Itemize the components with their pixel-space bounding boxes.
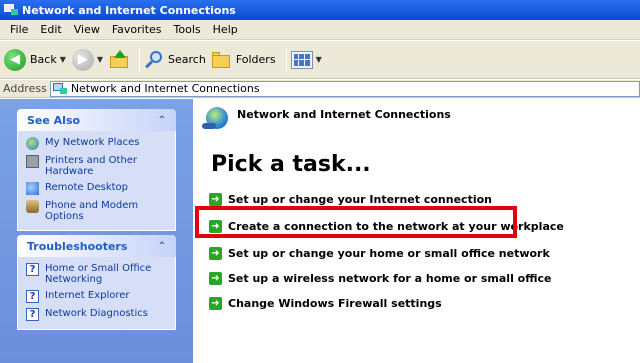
task-label: Change Windows Firewall settings	[228, 297, 442, 310]
address-label: Address	[3, 82, 47, 95]
collapse-icon[interactable]: ⌃	[158, 115, 166, 126]
back-label: Back	[30, 53, 57, 66]
address-input[interactable]: Network and Internet Connections	[49, 80, 640, 97]
highlight-box	[195, 206, 517, 238]
link-label: Home or Small Office Networking	[45, 263, 152, 285]
folders-icon	[211, 51, 232, 69]
back-arrow-icon: ◀	[4, 48, 26, 71]
link-home-office-networking[interactable]: ? Home or Small Office Networking	[26, 263, 167, 285]
task-home-network[interactable]: ➜ Set up or change your home or small of…	[209, 247, 550, 260]
link-label: Remote Desktop	[45, 182, 129, 193]
chevron-down-icon[interactable]: ▼	[60, 55, 66, 64]
network-connections-icon	[4, 4, 18, 16]
task-wireless-network[interactable]: ➜ Set up a wireless network for a home o…	[209, 272, 551, 285]
help-icon: ?	[26, 308, 39, 321]
network-places-icon	[26, 137, 39, 150]
main-content: Network and Internet Connections Pick a …	[193, 99, 640, 363]
menu-tools[interactable]: Tools	[168, 23, 207, 36]
views-button[interactable]: ▼	[290, 44, 322, 76]
folders-label: Folders	[235, 53, 276, 66]
link-phone-modem[interactable]: Phone and Modem Options	[26, 200, 167, 222]
troubleshooters-title: Troubleshooters	[27, 239, 128, 253]
toolbar-separator	[285, 47, 287, 72]
search-label: Search	[168, 53, 206, 66]
address-bar: Address Network and Internet Connections	[0, 80, 640, 98]
link-internet-explorer[interactable]: ? Internet Explorer	[26, 290, 167, 303]
toolbar: ◀ Back ▼ ▶ ▼ Search Folders ▼	[0, 41, 640, 79]
link-label: Internet Explorer	[45, 290, 130, 301]
network-connections-icon	[52, 82, 67, 95]
forward-arrow-icon: ▶	[71, 48, 94, 71]
views-icon	[290, 50, 313, 69]
task-label: Set up a wireless network for a home or …	[228, 272, 552, 285]
window-title: Network and Internet Connections	[22, 3, 236, 17]
task-arrow-icon: ➜	[209, 297, 222, 310]
search-button[interactable]: Search	[144, 44, 206, 76]
help-icon: ?	[26, 290, 39, 303]
link-network-diagnostics[interactable]: ? Network Diagnostics	[26, 308, 167, 321]
task-label: Set up or change your Internet connectio…	[228, 193, 492, 206]
chevron-down-icon[interactable]: ▼	[316, 55, 322, 64]
task-firewall-settings[interactable]: ➜ Change Windows Firewall settings	[209, 297, 442, 310]
up-button[interactable]	[109, 44, 129, 76]
phone-icon	[26, 200, 39, 213]
category-title: Network and Internet Connections	[237, 108, 451, 121]
troubleshooters-panel: Troubleshooters ⌃ ? Home or Small Office…	[17, 235, 176, 330]
see-also-panel: See Also ⌃ My Network Places Printers an…	[17, 109, 176, 231]
menu-view[interactable]: View	[68, 23, 106, 36]
task-pane: See Also ⌃ My Network Places Printers an…	[0, 99, 193, 363]
link-label: My Network Places	[45, 137, 140, 148]
forward-button[interactable]: ▶ ▼	[71, 44, 103, 76]
toolbar-separator	[139, 47, 141, 72]
see-also-title: See Also	[27, 113, 81, 127]
menu-bar: File Edit View Favorites Tools Help	[0, 20, 640, 40]
troubleshooters-header[interactable]: Troubleshooters ⌃	[17, 235, 176, 257]
menu-edit[interactable]: Edit	[34, 23, 67, 36]
link-label: Phone and Modem Options	[45, 200, 139, 222]
link-label: Network Diagnostics	[45, 308, 148, 319]
task-arrow-icon: ➜	[209, 247, 222, 260]
see-also-header[interactable]: See Also ⌃	[17, 109, 176, 131]
task-internet-connection[interactable]: ➜ Set up or change your Internet connect…	[209, 193, 492, 206]
menu-help[interactable]: Help	[207, 23, 244, 36]
task-arrow-icon: ➜	[209, 193, 222, 206]
menu-file[interactable]: File	[4, 23, 34, 36]
link-my-network-places[interactable]: My Network Places	[26, 137, 167, 150]
page-title: Pick a task...	[211, 152, 371, 177]
chevron-down-icon[interactable]: ▼	[97, 55, 103, 64]
collapse-icon[interactable]: ⌃	[158, 241, 166, 252]
back-button[interactable]: ◀ Back ▼	[4, 44, 66, 76]
address-value: Network and Internet Connections	[70, 82, 260, 95]
title-bar: Network and Internet Connections	[0, 0, 640, 20]
link-printers-hardware[interactable]: Printers and Other Hardware	[26, 155, 167, 177]
search-icon	[144, 50, 164, 70]
menu-favorites[interactable]: Favorites	[106, 23, 168, 36]
network-globe-icon	[202, 105, 232, 133]
printer-icon	[26, 155, 39, 168]
task-arrow-icon: ➜	[209, 272, 222, 285]
help-icon: ?	[26, 263, 39, 276]
folders-button[interactable]: Folders	[211, 44, 276, 76]
task-label: Set up or change your home or small offi…	[228, 247, 550, 260]
folder-up-icon	[109, 49, 129, 70]
link-label: Printers and Other Hardware	[45, 155, 138, 177]
link-remote-desktop[interactable]: Remote Desktop	[26, 182, 167, 195]
remote-desktop-icon	[26, 182, 39, 195]
